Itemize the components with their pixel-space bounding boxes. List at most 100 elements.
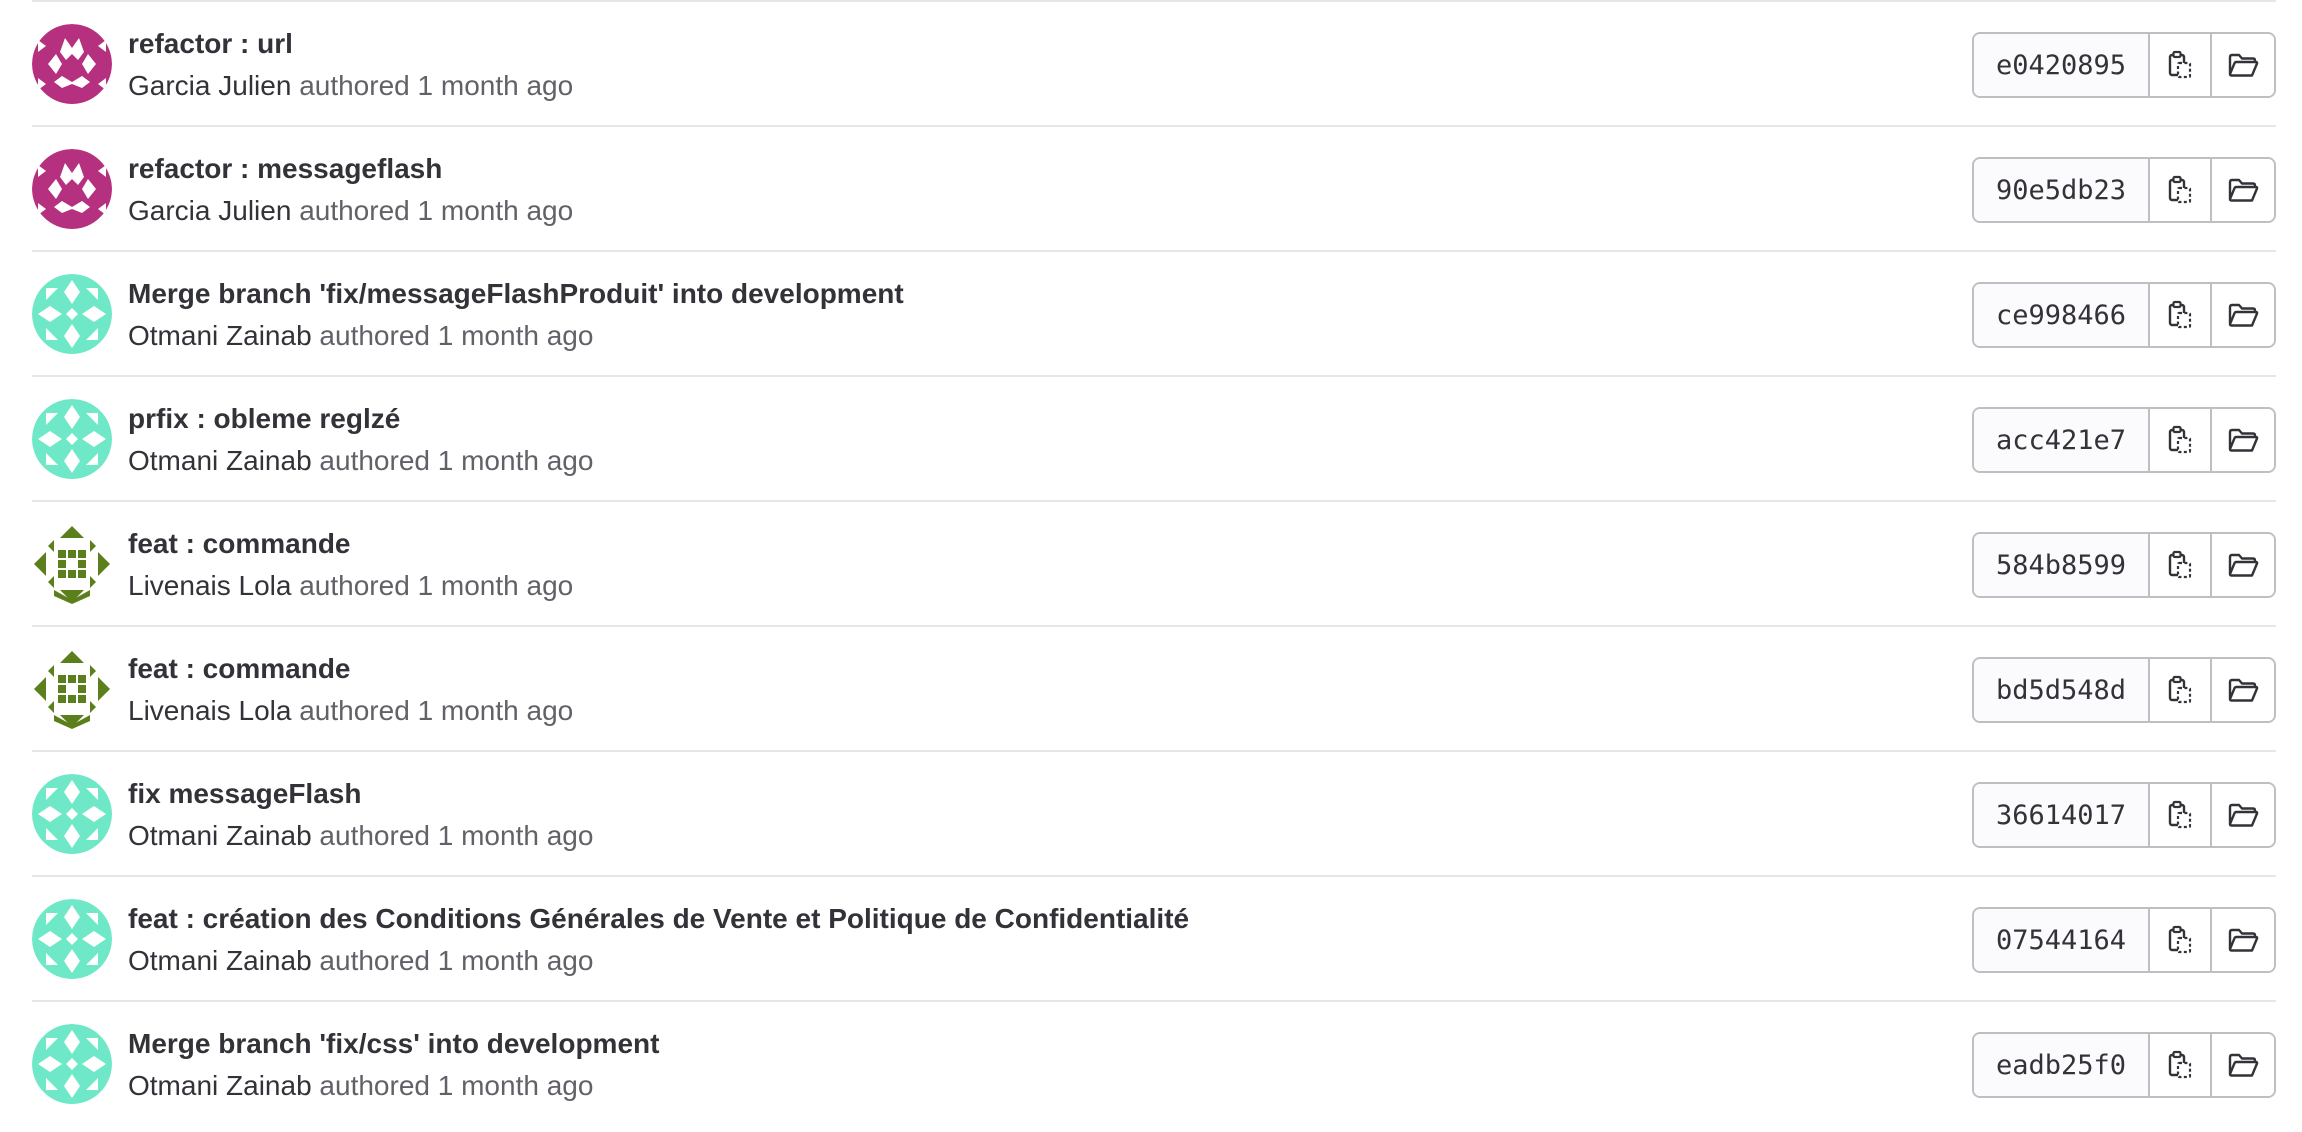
author-avatar[interactable]	[32, 1024, 112, 1104]
commit-meta: Otmani Zainab authored 1 month ago	[128, 445, 593, 477]
commit-sha-button[interactable]: bd5d548d	[1974, 659, 2150, 721]
commit-sha-button[interactable]: e0420895	[1974, 34, 2150, 96]
browse-files-button[interactable]	[2212, 1034, 2274, 1096]
author-name-link[interactable]: Otmani Zainab	[128, 320, 312, 351]
author-name-link[interactable]: Livenais Lola	[128, 695, 291, 726]
authored-label: authored	[319, 945, 430, 976]
folder-icon	[2227, 302, 2259, 328]
browse-files-button[interactable]	[2212, 409, 2274, 471]
browse-files-button[interactable]	[2212, 534, 2274, 596]
commit-time: 1 month ago	[437, 945, 594, 976]
commit-list: refactor : url Garcia Julien authored 1 …	[32, 0, 2276, 1125]
commit-meta: Otmani Zainab authored 1 month ago	[128, 1070, 593, 1102]
browse-files-button[interactable]	[2212, 659, 2274, 721]
commit-sha-button[interactable]: ce998466	[1974, 284, 2150, 346]
author-avatar[interactable]	[32, 524, 112, 604]
commit-title-link[interactable]: feat : commande	[128, 528, 351, 560]
commit-sha-button[interactable]: eadb25f0	[1974, 1034, 2150, 1096]
commit-sha-button[interactable]: 36614017	[1974, 784, 2150, 846]
commit-row: refactor : url Garcia Julien authored 1 …	[32, 0, 2276, 125]
folder-icon	[2227, 1052, 2259, 1078]
browse-files-button[interactable]	[2212, 784, 2274, 846]
commit-meta: Otmani Zainab authored 1 month ago	[128, 320, 593, 352]
author-avatar[interactable]	[32, 649, 112, 729]
copy-sha-button[interactable]	[2150, 409, 2212, 471]
copy-sha-button[interactable]	[2150, 534, 2212, 596]
clipboard-icon	[2166, 675, 2194, 705]
copy-sha-button[interactable]	[2150, 284, 2212, 346]
authored-label: authored	[319, 320, 430, 351]
folder-icon	[2227, 802, 2259, 828]
author-name-link[interactable]: Garcia Julien	[128, 70, 291, 101]
commit-title-link[interactable]: refactor : messageflash	[128, 153, 442, 185]
commit-row: fix messageFlash Otmani Zainab authored …	[32, 750, 2276, 875]
copy-sha-button[interactable]	[2150, 659, 2212, 721]
browse-files-button[interactable]	[2212, 284, 2274, 346]
authored-label: authored	[319, 1070, 430, 1101]
commit-row: prfix : obleme reglzé Otmani Zainab auth…	[32, 375, 2276, 500]
commit-row: refactor : messageflash Garcia Julien au…	[32, 125, 2276, 250]
commit-row: feat : commande Livenais Lola authored 1…	[32, 625, 2276, 750]
commit-time: 1 month ago	[417, 695, 574, 726]
commit-actions: 36614017	[1972, 782, 2276, 848]
commit-title-link[interactable]: Merge branch 'fix/css' into development	[128, 1028, 659, 1060]
clipboard-icon	[2166, 925, 2194, 955]
author-name-link[interactable]: Garcia Julien	[128, 195, 291, 226]
commit-actions: bd5d548d	[1972, 657, 2276, 723]
copy-sha-button[interactable]	[2150, 159, 2212, 221]
commit-sha-button[interactable]: 584b8599	[1974, 534, 2150, 596]
author-name-link[interactable]: Otmani Zainab	[128, 1070, 312, 1101]
copy-sha-button[interactable]	[2150, 909, 2212, 971]
authored-label: authored	[299, 570, 410, 601]
author-avatar[interactable]	[32, 149, 112, 229]
commit-meta: Livenais Lola authored 1 month ago	[128, 695, 573, 727]
clipboard-icon	[2166, 800, 2194, 830]
commit-title-link[interactable]: refactor : url	[128, 28, 293, 60]
browse-files-button[interactable]	[2212, 909, 2274, 971]
browse-files-button[interactable]	[2212, 34, 2274, 96]
author-avatar[interactable]	[32, 774, 112, 854]
commit-meta: Livenais Lola authored 1 month ago	[128, 570, 573, 602]
commit-time: 1 month ago	[437, 1070, 594, 1101]
commit-row: Merge branch 'fix/messageFlashProduit' i…	[32, 250, 2276, 375]
authored-label: authored	[319, 820, 430, 851]
commit-title-link[interactable]: feat : commande	[128, 653, 351, 685]
author-name-link[interactable]: Otmani Zainab	[128, 945, 312, 976]
folder-icon	[2227, 52, 2259, 78]
copy-sha-button[interactable]	[2150, 34, 2212, 96]
copy-sha-button[interactable]	[2150, 1034, 2212, 1096]
commit-title-link[interactable]: feat : création des Conditions Générales…	[128, 903, 1189, 935]
browse-files-button[interactable]	[2212, 159, 2274, 221]
author-avatar[interactable]	[32, 399, 112, 479]
commit-meta: Garcia Julien authored 1 month ago	[128, 70, 573, 102]
folder-icon	[2227, 552, 2259, 578]
clipboard-icon	[2166, 550, 2194, 580]
authored-label: authored	[319, 445, 430, 476]
commit-time: 1 month ago	[417, 195, 574, 226]
commit-title-link[interactable]: Merge branch 'fix/messageFlashProduit' i…	[128, 278, 904, 310]
author-name-link[interactable]: Otmani Zainab	[128, 820, 312, 851]
commit-title-link[interactable]: prfix : obleme reglzé	[128, 403, 400, 435]
clipboard-icon	[2166, 1050, 2194, 1080]
commit-actions: eadb25f0	[1972, 1032, 2276, 1098]
authored-label: authored	[299, 195, 410, 226]
author-avatar[interactable]	[32, 899, 112, 979]
authored-label: authored	[299, 695, 410, 726]
clipboard-icon	[2166, 425, 2194, 455]
copy-sha-button[interactable]	[2150, 784, 2212, 846]
commit-row: feat : création des Conditions Générales…	[32, 875, 2276, 1000]
author-avatar[interactable]	[32, 24, 112, 104]
author-name-link[interactable]: Otmani Zainab	[128, 445, 312, 476]
commit-time: 1 month ago	[437, 320, 594, 351]
author-avatar[interactable]	[32, 274, 112, 354]
author-name-link[interactable]: Livenais Lola	[128, 570, 291, 601]
commit-row: Merge branch 'fix/css' into development …	[32, 1000, 2276, 1125]
commit-meta: Otmani Zainab authored 1 month ago	[128, 820, 593, 852]
commit-time: 1 month ago	[417, 70, 574, 101]
commit-sha-button[interactable]: 90e5db23	[1974, 159, 2150, 221]
commit-sha-button[interactable]: 07544164	[1974, 909, 2150, 971]
commit-meta: Garcia Julien authored 1 month ago	[128, 195, 573, 227]
commit-title-link[interactable]: fix messageFlash	[128, 778, 361, 810]
commit-time: 1 month ago	[437, 820, 594, 851]
commit-sha-button[interactable]: acc421e7	[1974, 409, 2150, 471]
